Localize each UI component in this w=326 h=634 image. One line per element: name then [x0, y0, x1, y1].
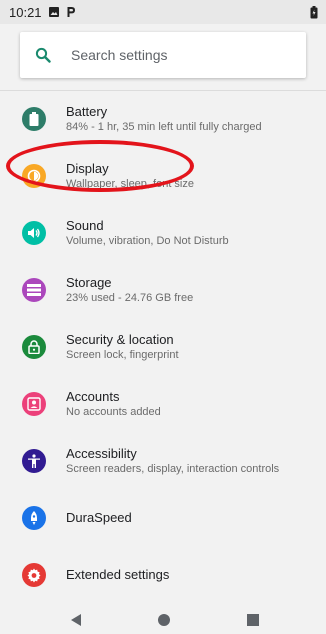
status-time: 10:21	[9, 4, 42, 20]
settings-item-title: Display	[66, 160, 109, 176]
settings-item-title: Accounts	[66, 388, 120, 404]
settings-item-security-location[interactable]: Security & location Screen lock, fingerp…	[0, 319, 326, 375]
search-icon	[35, 47, 51, 63]
accessibility-icon	[22, 449, 46, 473]
search-placeholder: Search settings	[71, 47, 168, 63]
settings-item-title: Extended settings	[66, 567, 170, 582]
back-icon[interactable]	[70, 613, 82, 627]
settings-item-subtitle: No accounts added	[66, 405, 161, 418]
image-icon	[48, 6, 60, 18]
settings-item-subtitle: Screen readers, display, interaction con…	[66, 462, 280, 475]
lock-icon	[22, 335, 46, 359]
settings-item-duraspeed[interactable]: DuraSpeed	[0, 490, 326, 546]
volume-icon	[22, 221, 46, 245]
home-icon[interactable]	[157, 613, 171, 627]
parking-icon	[66, 6, 76, 18]
settings-item-sound[interactable]: Sound Volume, vibration, Do Not Disturb	[0, 205, 326, 261]
settings-item-title: Storage	[66, 274, 112, 290]
rocket-icon	[22, 506, 46, 530]
settings-item-title: Security & location	[66, 331, 174, 347]
settings-item-battery[interactable]: Battery 84% - 1 hr, 35 min left until fu…	[0, 91, 326, 147]
battery-status-icon	[310, 6, 318, 19]
settings-item-accessibility[interactable]: Accessibility Screen readers, display, i…	[0, 433, 326, 489]
settings-item-accounts[interactable]: Accounts No accounts added	[0, 376, 326, 432]
settings-item-title: DuraSpeed	[66, 510, 132, 525]
search-bar[interactable]: Search settings	[20, 32, 306, 78]
gear-icon	[22, 563, 46, 587]
settings-item-title: Battery	[66, 103, 108, 119]
settings-item-subtitle: Screen lock, fingerprint	[66, 348, 179, 361]
settings-item-subtitle: 23% used - 24.76 GB free	[66, 291, 194, 304]
settings-item-subtitle: Wallpaper, sleep, font size	[66, 177, 194, 190]
recents-icon[interactable]	[247, 614, 259, 626]
battery-icon	[22, 107, 46, 131]
storage-icon	[22, 278, 46, 302]
settings-item-subtitle: Volume, vibration, Do Not Disturb	[66, 234, 229, 247]
settings-item-display[interactable]: Display Wallpaper, sleep, font size	[0, 148, 326, 204]
navigation-bar	[0, 606, 326, 634]
settings-item-subtitle: 84% - 1 hr, 35 min left until fully char…	[66, 120, 262, 133]
brightness-icon	[22, 164, 46, 188]
account-icon	[22, 392, 46, 416]
settings-item-extended[interactable]: Extended settings	[0, 547, 326, 603]
settings-item-title: Accessibility	[66, 445, 137, 461]
settings-item-storage[interactable]: Storage 23% used - 24.76 GB free	[0, 262, 326, 318]
settings-item-title: Sound	[66, 217, 104, 233]
status-bar: 10:21	[0, 0, 326, 24]
